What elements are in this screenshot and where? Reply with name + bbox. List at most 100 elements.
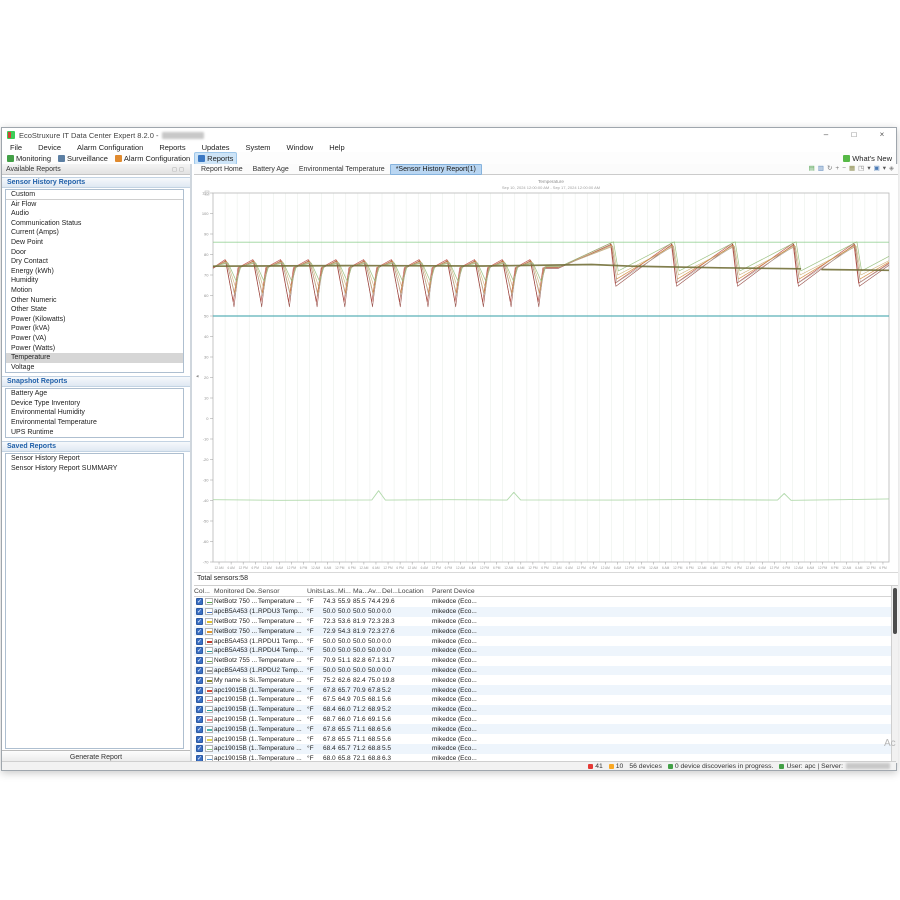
column-header-monitored-de[interactable]: Monitored De... (214, 588, 258, 595)
section-header-saved-reports[interactable]: Saved Reports (2, 441, 190, 452)
zoom-out-icon[interactable]: − (842, 165, 846, 173)
row-checkbox[interactable]: ✓ (196, 736, 203, 743)
report-item-dew-point[interactable]: Dew Point (6, 238, 183, 248)
row-checkbox[interactable]: ✓ (196, 677, 203, 684)
report-item-other-numeric[interactable]: Other Numeric (6, 296, 183, 306)
report-item-custom[interactable]: Custom (6, 190, 183, 200)
row-checkbox[interactable]: ✓ (196, 638, 203, 645)
report-item-sensor-history-report[interactable]: Sensor History Report (6, 454, 183, 464)
column-header-mi[interactable]: Mi... (338, 588, 353, 595)
report-item-door[interactable]: Door (6, 248, 183, 258)
table-row[interactable]: ✓NetBotz 750 ...Temperature ...°F74.355.… (194, 597, 891, 607)
table-row[interactable]: ✓apc19015B (1...Temperature ...°F67.865.… (194, 685, 891, 695)
table-row[interactable]: ✓apc19015B (1...Temperature ...°F67.865.… (194, 734, 891, 744)
row-checkbox[interactable]: ✓ (196, 726, 203, 733)
menu-updates[interactable]: Updates (194, 143, 238, 152)
tab-battery-age[interactable]: Battery Age (248, 165, 294, 174)
menu-alarm-configuration[interactable]: Alarm Configuration (69, 143, 151, 152)
row-checkbox[interactable]: ✓ (196, 647, 203, 654)
row-checkbox[interactable]: ✓ (196, 687, 203, 694)
table-row[interactable]: ✓apc19015B (1...Temperature ...°F68.466.… (194, 705, 891, 715)
table-view-icon[interactable]: ▥ (818, 165, 824, 173)
row-checkbox[interactable]: ✓ (196, 618, 203, 625)
report-item-power-kva[interactable]: Power (kVA) (6, 324, 183, 334)
report-item-environmental-humidity[interactable]: Environmental Humidity (6, 408, 183, 418)
column-header-parent-device[interactable]: Parent Device (432, 588, 892, 595)
tab-sensor-history-report-1[interactable]: *Sensor History Report(1) (390, 164, 482, 175)
table-row[interactable]: ✓apc19015B (1...Temperature ...°F67.865.… (194, 724, 891, 734)
tab-report-home[interactable]: Report Home (196, 165, 248, 174)
report-item-power-kilowatts[interactable]: Power (Kilowatts) (6, 315, 183, 325)
refresh-icon[interactable]: ↻ (827, 165, 832, 173)
menu-device[interactable]: Device (30, 143, 69, 152)
report-item-battery-age[interactable]: Battery Age (6, 389, 183, 399)
grid-icon[interactable]: ▦ (849, 165, 855, 173)
minimize-button[interactable]: – (812, 128, 840, 142)
report-item-other-state[interactable]: Other State (6, 305, 183, 315)
table-row[interactable]: ✓NetBotz 750 ...Temperature ...°F72.954.… (194, 626, 891, 636)
column-header-las[interactable]: Las... (323, 588, 338, 595)
perspective-monitoring[interactable]: Monitoring (4, 153, 54, 164)
report-item-power-watts[interactable]: Power (Watts) (6, 344, 183, 354)
menu-reports[interactable]: Reports (151, 143, 193, 152)
row-checkbox[interactable]: ✓ (196, 657, 203, 664)
close-button[interactable]: × (868, 128, 896, 142)
report-item-motion[interactable]: Motion (6, 286, 183, 296)
row-checkbox[interactable]: ✓ (196, 706, 203, 713)
row-checkbox[interactable]: ✓ (196, 667, 203, 674)
report-item-humidity[interactable]: Humidity (6, 276, 183, 286)
table-row[interactable]: ✓My name is Si...Temperature ...°F75.262… (194, 675, 891, 685)
menu-system[interactable]: System (238, 143, 279, 152)
table-row[interactable]: ✓NetBotz 755 ...Temperature ...°F70.951.… (194, 656, 891, 666)
row-checkbox[interactable]: ✓ (196, 608, 203, 615)
whats-new-link[interactable]: What's New (843, 154, 896, 163)
dropdown-arrow-icon[interactable]: ▾ (867, 165, 870, 173)
table-row[interactable]: ✓apcB5A453 (1...RPDU3 Temp...°F50.050.05… (194, 607, 891, 617)
menu-window[interactable]: Window (279, 143, 322, 152)
menu-help[interactable]: Help (321, 143, 352, 152)
row-checkbox[interactable]: ✓ (196, 696, 203, 703)
row-checkbox[interactable]: ✓ (196, 598, 203, 605)
column-header-av[interactable]: Av... (368, 588, 382, 595)
menu-file[interactable]: File (2, 143, 30, 152)
perspective-surveillance[interactable]: Surveillance (55, 153, 111, 164)
section-header-snapshot-reports[interactable]: Snapshot Reports (2, 376, 190, 387)
report-item-temperature[interactable]: Temperature (6, 353, 183, 363)
section-header-sensor-history-reports[interactable]: Sensor History Reports (2, 177, 190, 188)
tab-environmental-temperature[interactable]: Environmental Temperature (294, 165, 390, 174)
table-row[interactable]: ✓NetBotz 750 ...Temperature ...°F72.353.… (194, 617, 891, 627)
table-row[interactable]: ✓apcB5A453 (1...RPDU4 Temp...°F50.050.05… (194, 646, 891, 656)
row-checkbox[interactable]: ✓ (196, 628, 203, 635)
panel-minimize-maximize-icons[interactable]: ◻◻ (172, 166, 186, 173)
table-row[interactable]: ✓apc19015B (1...Temperature ...°F68.766.… (194, 715, 891, 725)
scrollbar-thumb[interactable] (893, 588, 897, 634)
report-item-environmental-temperature[interactable]: Environmental Temperature (6, 418, 183, 428)
table-row[interactable]: ✓apcB5A453 (1...RPDU1 Temp...°F50.050.05… (194, 636, 891, 646)
table-scrollbar[interactable] (891, 586, 898, 763)
column-header-del[interactable]: Del... (382, 588, 398, 595)
report-item-air-flow[interactable]: Air Flow (6, 200, 183, 210)
report-item-communication-status[interactable]: Communication Status (6, 219, 183, 229)
row-checkbox[interactable]: ✓ (196, 745, 203, 752)
column-header-sensor[interactable]: Sensor (258, 588, 307, 595)
zoom-in-icon[interactable]: + (835, 165, 839, 173)
dropdown-arrow-icon[interactable]: ▾ (883, 165, 886, 173)
save-icon[interactable]: ▣ (874, 165, 880, 173)
report-item-device-type-inventory[interactable]: Device Type Inventory (6, 399, 183, 409)
report-item-power-va[interactable]: Power (VA) (6, 334, 183, 344)
report-item-dry-contact[interactable]: Dry Contact (6, 257, 183, 267)
report-item-audio[interactable]: Audio (6, 209, 183, 219)
table-row[interactable]: ✓apc19015B (1...Temperature ...°F68.465.… (194, 744, 891, 754)
column-header-ma[interactable]: Ma... (353, 588, 368, 595)
table-row[interactable]: ✓apcB5A453 (1...RPDU2 Temp...°F50.050.05… (194, 666, 891, 676)
column-header-location[interactable]: Location (398, 588, 432, 595)
report-item-ups-runtime[interactable]: UPS Runtime (6, 428, 183, 438)
maximize-button[interactable]: □ (840, 128, 868, 142)
table-row[interactable]: ✓apc19015B (1...Temperature ...°F67.564.… (194, 695, 891, 705)
row-checkbox[interactable]: ✓ (196, 716, 203, 723)
export-icon[interactable]: ◳ (858, 165, 864, 173)
report-item-current-amps[interactable]: Current (Amps) (6, 228, 183, 238)
column-header-units[interactable]: Units (307, 588, 323, 595)
temperature-chart[interactable]: TemperatureSep 10, 2024 12:00:00 AM - Se… (194, 175, 898, 572)
settings-icon[interactable]: ◈ (889, 165, 894, 173)
